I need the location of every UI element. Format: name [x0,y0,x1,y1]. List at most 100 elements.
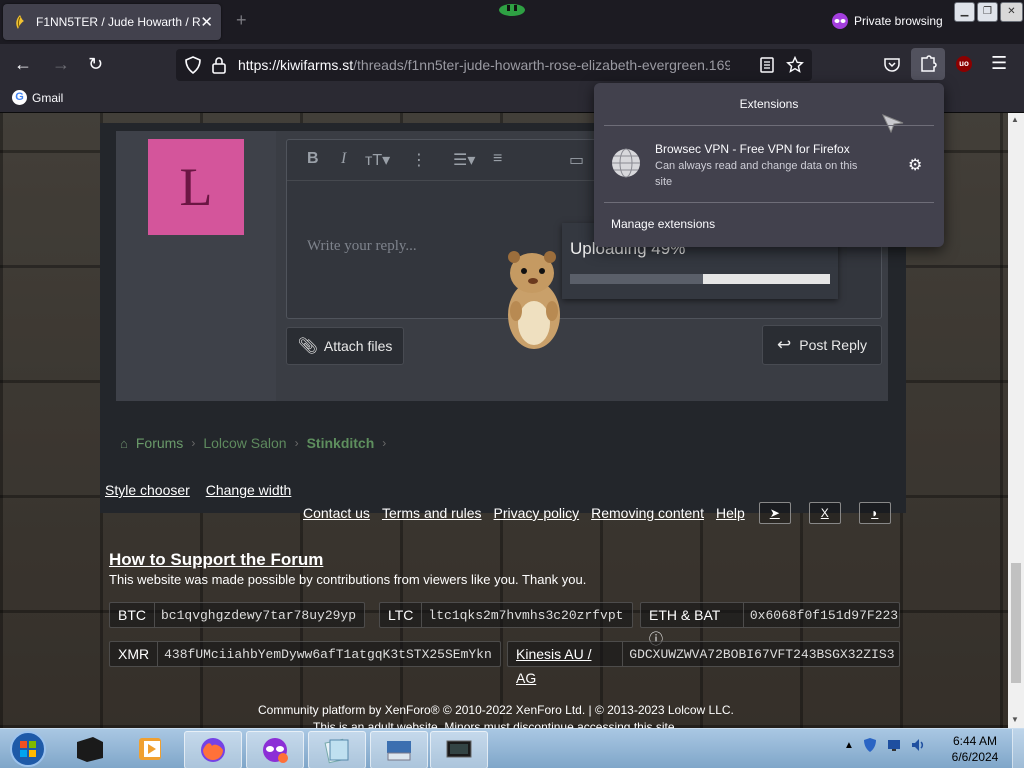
support-title[interactable]: How to Support the Forum [109,550,323,570]
globe-icon [612,148,640,178]
clock[interactable]: 6:44 AM 6/6/2024 [942,733,1008,765]
network-icon[interactable] [886,737,902,753]
private-browsing-indicator: Private browsing [832,13,943,29]
firefox-icon [201,738,225,762]
gear-icon[interactable]: ⚙ [908,155,922,175]
breadcrumb-lolcow-salon[interactable]: Lolcow Salon [203,435,286,451]
taskbar-app-keyboard[interactable] [370,731,428,768]
coin-label: LTC [380,603,423,627]
post-reply-button[interactable]: ↩ Post Reply [762,325,882,365]
coin-ltc: LTC ltc1qks2m7hvmhs3c20zrfvpt [379,602,633,628]
reader-view-icon[interactable] [758,56,776,74]
align-icon[interactable]: ≡ [493,150,502,168]
paperclip-icon: 📎︎ [297,338,318,355]
x-icon[interactable]: X [808,502,841,524]
show-desktop-button[interactable] [1012,729,1024,768]
taskbar-app-files[interactable] [308,731,366,768]
extensions-panel: Extensions Browsec VPN - Free VPN for Fi… [594,83,944,247]
copyright-text: Community platform by XenForo® © 2010-20… [258,703,734,717]
scroll-down-icon[interactable]: ▼ [1011,715,1019,724]
reply-placeholder: Write your reply... [307,238,417,254]
help-link[interactable]: Help [716,505,745,521]
extensions-button[interactable] [911,48,945,80]
taskbar-media-player[interactable] [122,731,178,767]
more-options-icon[interactable]: ⋮ [411,150,427,170]
volume-icon[interactable] [910,737,926,753]
clock-date: 6/6/2024 [951,750,999,764]
taskbar: ▲ 6:44 AM 6/6/2024 [0,728,1024,768]
terms-link[interactable]: Terms and rules [382,505,482,521]
coin-address[interactable]: 0x6068f0f151d97F223 [744,608,899,623]
restore-icon[interactable]: ❐ [977,2,998,22]
coin-address[interactable]: ltc1qks2m7hvmhs3c20zrfvpt [422,608,629,623]
privacy-link[interactable]: Privacy policy [494,505,580,521]
reload-icon[interactable]: ↻ [88,54,103,75]
removing-content-link[interactable]: Removing content [591,505,704,521]
post-reply-label: Post Reply [799,337,867,353]
rss-icon[interactable]: ◗ [858,502,891,524]
minimize-icon[interactable]: ▁ [954,2,975,22]
security-shield-icon[interactable] [862,737,878,753]
manage-extensions-link[interactable]: Manage extensions [611,217,715,231]
window-close-icon[interactable]: ✕ [1000,2,1023,22]
url-bar[interactable]: https://kiwifarms.st/threads/f1nn5ter-ju… [176,49,812,81]
menu-hamburger-icon[interactable]: ☰ [991,53,1007,74]
change-width-link[interactable]: Change width [206,482,292,498]
bookmark-gmail[interactable]: G Gmail [12,90,63,105]
tab-close-icon[interactable]: ✕ [200,13,213,31]
url-domain: https://kiwifarms.st [238,57,354,73]
tray-expand-icon[interactable]: ▲ [844,740,854,751]
avatar-column: L [116,131,276,401]
new-tab-icon[interactable]: + [236,10,247,31]
bold-icon[interactable]: B [307,150,319,168]
bookmark-star-icon[interactable] [786,56,804,74]
avatar[interactable]: L [148,139,244,235]
text-size-icon[interactable]: тT▾ [365,150,390,170]
hamster-sticker-icon [508,251,560,349]
lock-icon[interactable] [210,56,228,74]
ublock-origin-icon[interactable]: uo [956,56,972,72]
video-icon[interactable]: ▭ [569,150,584,170]
breadcrumb-forums[interactable]: Forums [136,435,183,451]
extension-name[interactable]: Browsec VPN - Free VPN for Firefox [655,142,850,156]
taskbar-firefox[interactable] [184,731,242,768]
coin-label[interactable]: Kinesis AU / AG [508,642,624,686]
coin-address[interactable]: 438fUMciiahbYemDyww6afT1atgqK3tSTX25SEmY… [158,647,498,662]
italic-icon[interactable]: I [341,150,346,168]
private-browsing-label: Private browsing [854,14,943,28]
forward-icon[interactable]: → [52,54,70,75]
attach-files-button[interactable]: 📎︎ Attach files [286,327,404,365]
url-text[interactable]: https://kiwifarms.st/threads/f1nn5ter-ju… [238,57,730,73]
tab-bar: F1NN5TER / Jude Howarth / Ro ✕ + Private… [0,0,1024,44]
system-tray: ▲ [844,737,926,753]
list-icon[interactable]: ☰▾ [453,150,475,170]
google-icon: G [12,90,27,105]
scroll-up-icon[interactable]: ▲ [1011,115,1019,124]
coin-label: ETH & BAT ⓘ [641,603,744,647]
private-frog-icon [499,4,525,16]
taskbar-app-1[interactable] [62,731,118,767]
scrollbar-thumb[interactable] [1011,563,1021,683]
start-button-icon[interactable] [4,729,52,768]
browser-tab[interactable]: F1NN5TER / Jude Howarth / Ro ✕ [3,4,221,40]
page-scrollbar[interactable]: ▲ ▼ [1008,113,1024,728]
window-controls: ▁ ❐ ✕ [954,2,1023,22]
taskbar-app-screen[interactable] [430,731,488,768]
home-icon[interactable]: ⌂ [120,436,128,451]
coin-address[interactable]: bc1qvghgzdewy7tar78uy29yp [155,608,362,623]
puzzle-icon [921,55,937,72]
footer-style-links: Style chooser Change width [105,482,303,498]
pocket-icon[interactable] [883,56,901,74]
breadcrumb-stinkditch[interactable]: Stinkditch [307,435,375,451]
coin-address[interactable]: GDCXUWZWVA72BOBI67VFT243BSGX32ZIS3 [623,647,899,662]
style-chooser-link[interactable]: Style chooser [105,482,190,498]
kiwi-favicon-icon [16,15,24,29]
taskbar-firefox-private[interactable] [246,731,304,768]
contact-us-link[interactable]: Contact us [303,505,370,521]
breadcrumb: ⌂ Forums › Lolcow Salon › Stinkditch › [120,435,394,451]
telegram-icon[interactable]: ➤ [758,502,791,524]
shield-icon[interactable] [184,56,202,74]
upload-progress-bar [570,274,830,284]
extension-description: Can always read and change data on this … [655,160,858,188]
back-icon[interactable]: ← [14,54,32,75]
